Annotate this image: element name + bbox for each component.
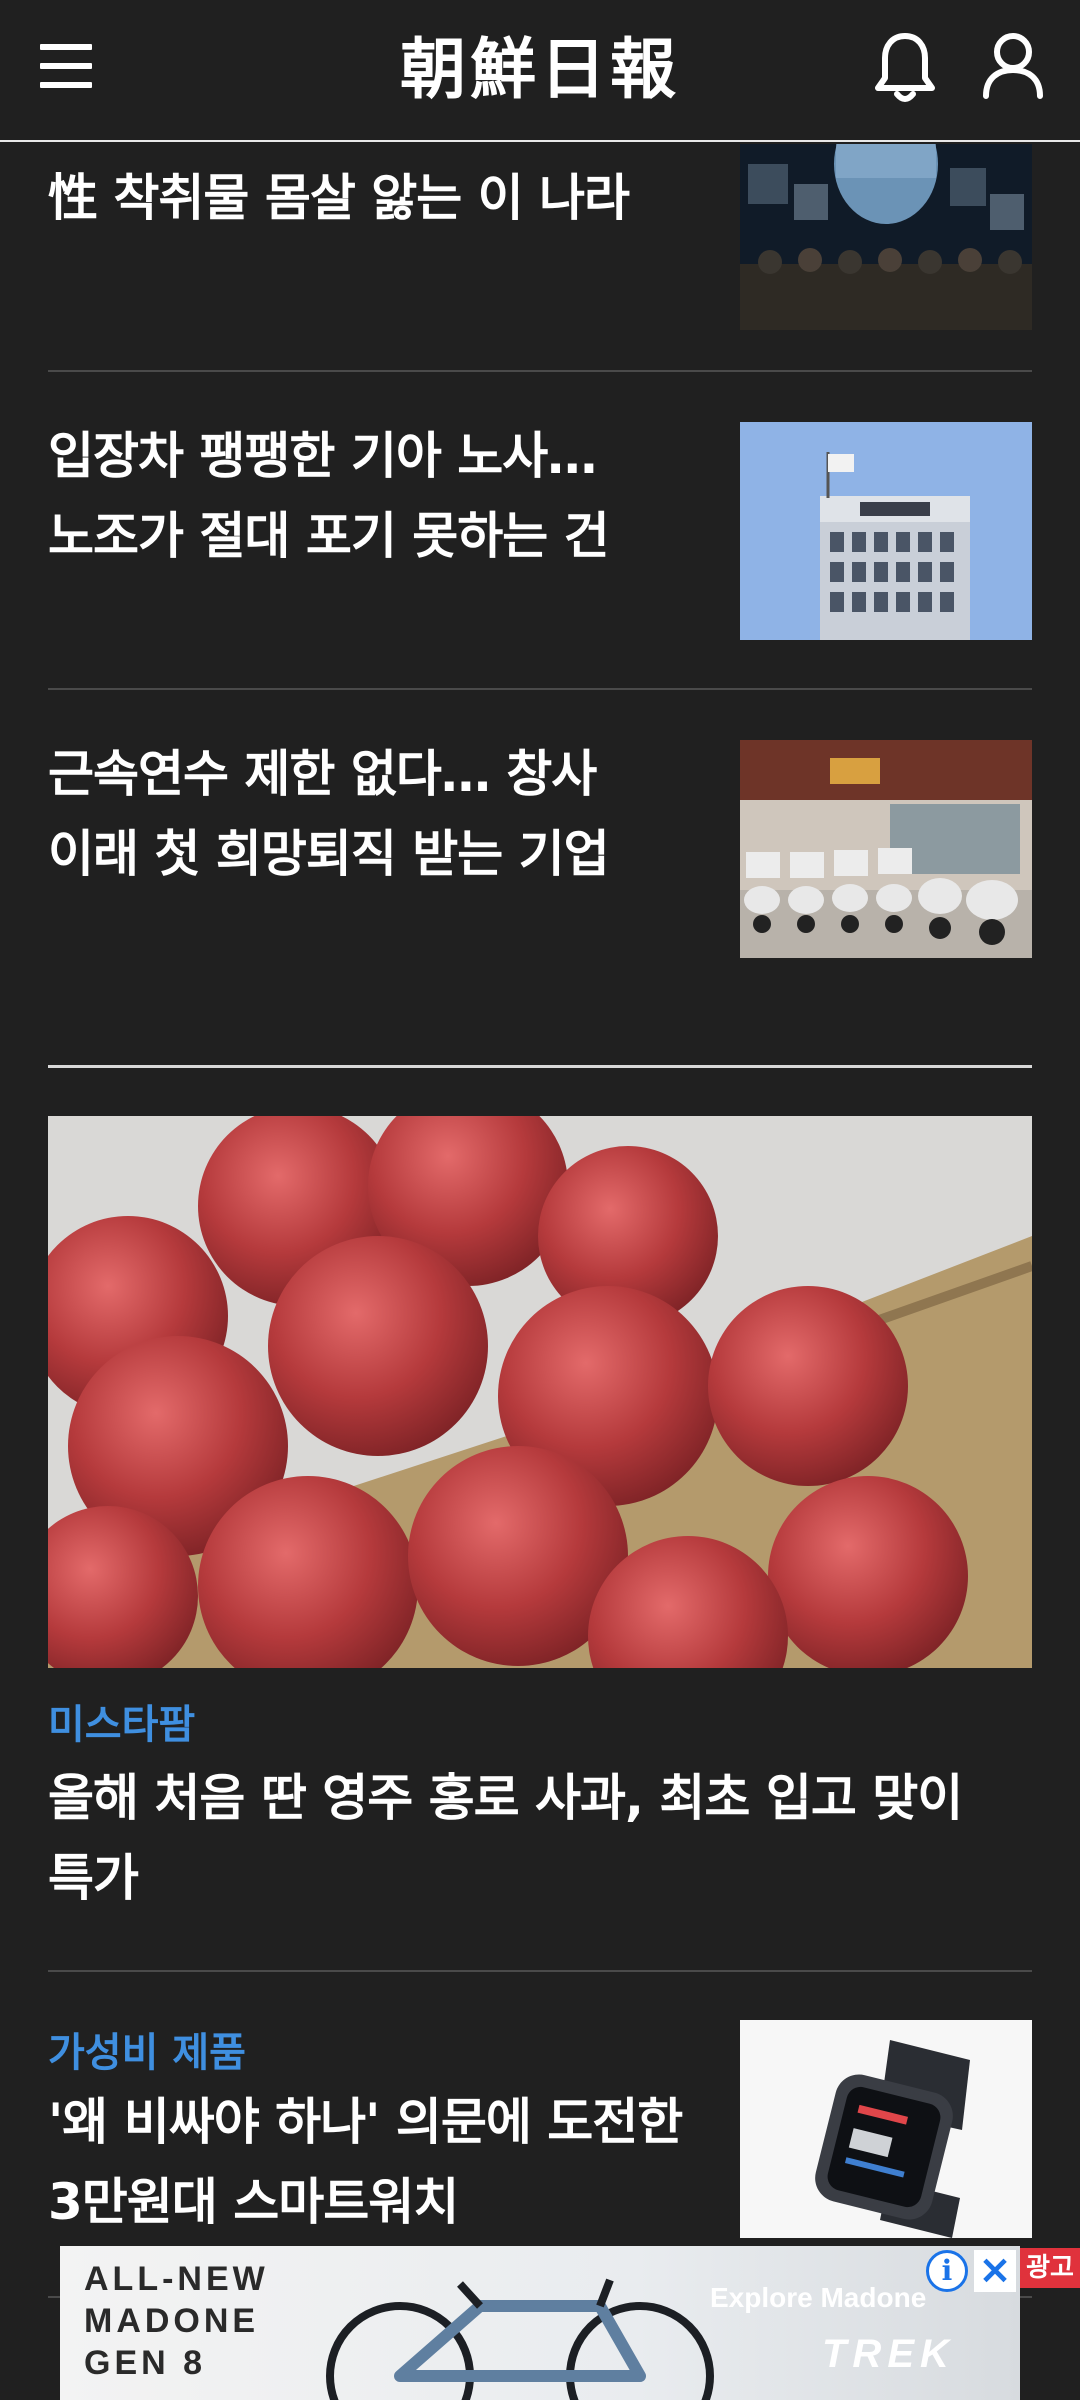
featured-news-item[interactable]: 미스타팜 올해 처음 딴 영주 홍로 사과, 최초 입고 맞이 특가 — [48, 1068, 1032, 1972]
article-category[interactable]: 미스타팜 — [48, 1692, 195, 1750]
bicycle-image — [326, 2278, 714, 2400]
ad-brand-logo: TREK — [822, 2332, 955, 2376]
article-thumbnail — [740, 2020, 1032, 2238]
ad-headline-line: GEN 8 — [84, 2344, 207, 2382]
ad-headline-line: ALL-NEW — [84, 2260, 269, 2298]
user-icon[interactable] — [980, 30, 1046, 100]
top-header: 朝鮮日報 — [0, 0, 1080, 142]
ad-badge: 광고 — [1020, 2248, 1080, 2288]
ad-banner[interactable]: ALL-NEW MADONE GEN 8 Explore Madone TREK… — [60, 2246, 1020, 2400]
article-title: 올해 처음 딴 영주 홍로 사과, 최초 입고 맞이 특가 — [48, 1769, 963, 1907]
article-title: "500원이면 빵 빵거지 가능" 性 착취물 몸살 앓는 이 나라 — [48, 120, 655, 227]
ad-info-icon[interactable]: i — [926, 2250, 968, 2292]
ad-cta[interactable]: Explore Madone — [710, 2282, 926, 2314]
article-thumbnail — [740, 740, 1032, 958]
ad-close-icon[interactable]: × — [974, 2250, 1016, 2292]
news-item[interactable]: 근속연수 제한 없다… 창사 이래 첫 희망퇴직 받는 기업 — [48, 690, 1032, 1068]
ad-headline-line: MADONE — [84, 2302, 260, 2340]
bell-icon[interactable] — [872, 30, 938, 106]
featured-image — [48, 1116, 1032, 1668]
news-item[interactable]: "500원이면 빵 빵거지 가능" 性 착취물 몸살 앓는 이 나라 — [48, 110, 1032, 372]
article-title: 입장차 팽팽한 기아 노사… 노조가 절대 포기 못하는 건 — [48, 427, 610, 565]
article-thumbnail — [740, 144, 1032, 330]
news-item[interactable]: 입장차 팽팽한 기아 노사… 노조가 절대 포기 못하는 건 — [48, 372, 1032, 690]
article-thumbnail — [740, 422, 1032, 640]
menu-icon[interactable] — [38, 38, 94, 94]
article-category[interactable]: 가성비 제품 — [48, 2020, 246, 2078]
article-title: 근속연수 제한 없다… 창사 이래 첫 희망퇴직 받는 기업 — [48, 745, 610, 883]
article-title: '왜 비싸야 하나' 의문에 도전한 3만원대 스마트워치 — [48, 2093, 683, 2231]
site-logo[interactable]: 朝鮮日報 — [340, 24, 740, 114]
